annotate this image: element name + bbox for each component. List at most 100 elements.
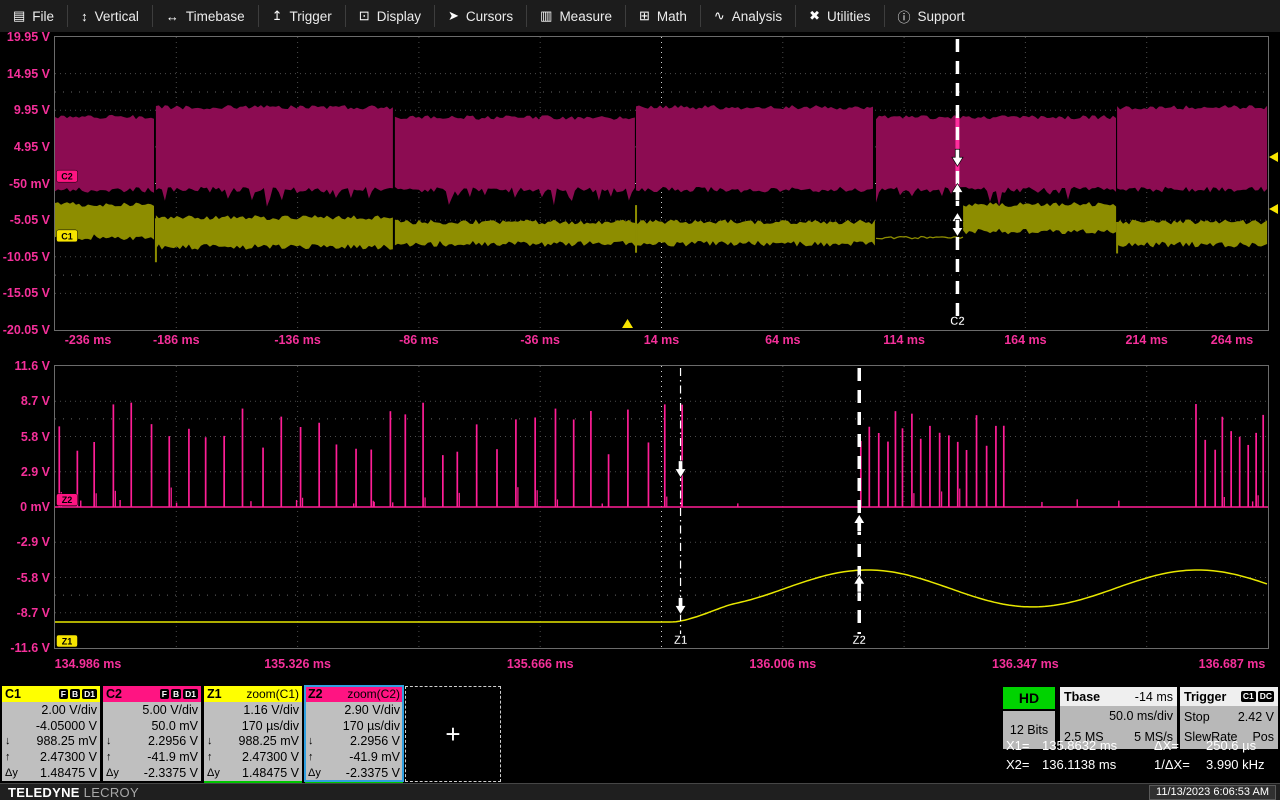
- trace-c1[interactable]: [963, 202, 1117, 235]
- x1-label: X1=: [1006, 738, 1030, 753]
- descriptor-row-value: 1.48475 V: [40, 765, 97, 780]
- menu-item-label: Support: [917, 8, 965, 24]
- menu-item-math[interactable]: ⊞ Math: [626, 0, 700, 32]
- trace-label-chip-text: C1: [61, 231, 73, 241]
- descriptor-row-prefix: ↓: [207, 735, 213, 748]
- x-axis-label: -36 ms: [520, 333, 560, 347]
- dx-value: 250.6 µs: [1206, 738, 1257, 753]
- trace-c2[interactable]: [394, 115, 635, 206]
- descriptor-row-value: 2.90 V/div: [344, 702, 400, 717]
- x-axis-label: 164 ms: [1004, 333, 1047, 347]
- descriptor-badges: F B D1: [58, 688, 97, 700]
- trigger-header: Trigger C1 DC: [1180, 687, 1278, 706]
- menu-item-label: Vertical: [94, 8, 139, 24]
- descriptor-row-value: 170 µs/div: [241, 718, 299, 733]
- menu-item-support[interactable]: ⓘ Support: [885, 0, 978, 32]
- brand-teledyne: TELEDYNE: [8, 785, 80, 800]
- trace-c1[interactable]: [394, 219, 875, 247]
- brand-lecroy: LECROY: [83, 785, 139, 800]
- trace-descriptor-z1[interactable]: Z1 zoom(C1) 1.16 V/div 170 µs/div ↓ 988.25 mV…: [204, 686, 302, 781]
- menu-bar: ▤ File ↕ Vertical ↔ Timebase ↥ Trigger ⊡ Display ➤…: [0, 0, 1280, 33]
- descriptor-row-value: -41.9 mV: [349, 749, 400, 764]
- trace-c1[interactable]: [875, 235, 964, 240]
- datetime-display[interactable]: 11/13/2023 6:06:53 AM: [1149, 785, 1276, 800]
- cursor-label: Z2: [853, 635, 866, 647]
- trace-descriptor-z2[interactable]: Z2 zoom(C2) 2.90 V/div 170 µs/div ↓ 2.2956 V ↑…: [304, 685, 404, 782]
- add-trace-box[interactable]: +: [405, 686, 501, 782]
- trace-c2[interactable]: [636, 105, 873, 193]
- timebase-scale: 50.0 ms/div: [1109, 709, 1173, 723]
- descriptor-body: 2.90 V/div 170 µs/div ↓ 2.2956 V ↑ -41.9 mV Δy…: [305, 702, 403, 780]
- trace-descriptor-c1[interactable]: C1 F B D1 2.00 V/div -4.05000 V ↓ 988.25 mV ↑ 2.4…: [2, 686, 100, 781]
- menu-item-utilities[interactable]: ✖ Utilities: [796, 0, 883, 32]
- zoom-waveform-grid[interactable]: Z1 Z2 Z2 Z1: [54, 365, 1269, 649]
- descriptor-row-prefix: ↓: [308, 735, 314, 748]
- display-icon: ⊡: [358, 8, 370, 23]
- descriptor-row-value: -4.05000 V: [35, 718, 97, 733]
- vertical-icon: ↕: [81, 8, 88, 24]
- menu-item-vertical[interactable]: ↕ Vertical: [68, 0, 152, 32]
- menu-item-label: Cursors: [465, 8, 514, 24]
- menu-item-label: Analysis: [731, 8, 783, 24]
- descriptor-header-z2: Z2 zoom(C2): [305, 686, 403, 702]
- descriptor-row-line: ↓ 2.2956 V: [305, 733, 403, 749]
- trace-c1[interactable]: [1117, 219, 1268, 248]
- descriptor-row-value: 2.47300 V: [242, 749, 299, 764]
- cursor-level-marker-lower[interactable]: [1269, 204, 1278, 214]
- trigger-position-marker[interactable]: [622, 319, 634, 328]
- brand-logo: TELEDYNE LECROY: [8, 785, 139, 800]
- menu-item-cursors[interactable]: ➤ Cursors: [435, 0, 526, 32]
- menu-item-timebase[interactable]: ↔ Timebase: [153, 0, 258, 32]
- descriptor-row-value: 2.47300 V: [40, 749, 97, 764]
- descriptor-row-prefix: ↑: [207, 750, 213, 763]
- menu-item-file[interactable]: ▤ File: [0, 0, 67, 32]
- x-axis-label: 136.006 ms: [749, 657, 817, 671]
- x1-value: 135.8632 ms: [1042, 738, 1118, 753]
- menu-item-label: File: [32, 8, 55, 24]
- descriptor-badge: D1: [82, 688, 97, 700]
- dx-label: ΔX=: [1154, 738, 1179, 753]
- y-axis-label: -15.05 V: [2, 286, 50, 301]
- descriptor-row-value: 2.2956 V: [349, 734, 400, 749]
- trace-descriptor-c2[interactable]: C2 F B D1 5.00 V/div 50.0 mV ↓ 2.2956 V ↑ -41.9 m…: [103, 686, 201, 781]
- menu-item-trigger[interactable]: ↥ Trigger: [259, 0, 345, 32]
- x2-value: 136.1138 ms: [1042, 757, 1117, 772]
- main-waveform-grid[interactable]: C2 C2 C1: [54, 36, 1269, 331]
- trace-c2[interactable]: [155, 105, 393, 207]
- cursor-level-marker-upper[interactable]: [1269, 152, 1278, 162]
- menu-item-measure[interactable]: ▥ Measure: [527, 0, 625, 32]
- descriptor-badges: F B D1: [159, 688, 198, 700]
- descriptor-row-line: ↓ 2.2956 V: [103, 733, 201, 749]
- timebase-icon: ↔: [165, 8, 179, 24]
- descriptor-row-line: ↑ -41.9 mV: [103, 749, 201, 765]
- descriptor-title: C1: [5, 687, 21, 701]
- descriptor-body: 5.00 V/div 50.0 mV ↓ 2.2956 V ↑ -41.9 mV Δy -2.…: [103, 702, 201, 780]
- trace-c2[interactable]: [1117, 105, 1268, 193]
- menu-item-label: Utilities: [826, 8, 871, 24]
- descriptor-row-value: 2.00 V/div: [41, 702, 97, 717]
- zoom-grid-canvas: Z1 Z2 Z2 Z1: [55, 366, 1268, 648]
- hd-title: HD: [1003, 687, 1055, 709]
- descriptor-row-line: ↓ 988.25 mV: [2, 733, 100, 749]
- timebase-delay: -14 ms: [1134, 689, 1173, 704]
- descriptor-row-line: 50.0 mV: [103, 718, 201, 734]
- descriptor-row-value: 988.25 mV: [36, 734, 97, 749]
- cursor-crossing-arrow: [951, 219, 964, 238]
- descriptor-row-value: 988.25 mV: [238, 734, 299, 749]
- descriptor-row-value: 2.2956 V: [147, 734, 198, 749]
- y-axis-label: -10.05 V: [2, 249, 50, 264]
- y-axis-label: 14.95 V: [6, 66, 50, 81]
- trace-c1[interactable]: [155, 215, 393, 250]
- menu-item-display[interactable]: ⊡ Display: [346, 0, 434, 32]
- descriptor-row-line: ↓ 988.25 mV: [204, 733, 302, 749]
- x-axis-label: 114 ms: [883, 333, 925, 347]
- menu-item-analysis[interactable]: ∿ Analysis: [701, 0, 795, 32]
- invdx-value: 3.990 kHz: [1206, 757, 1265, 772]
- x-axis-label: 214 ms: [1125, 333, 1168, 347]
- menu-item-label: Timebase: [185, 8, 245, 24]
- descriptor-title: Z2: [308, 687, 323, 701]
- trace-c2[interactable]: [876, 115, 1116, 206]
- trace-label-chip-text: Z2: [62, 495, 73, 505]
- trigger-icon: ↥: [271, 8, 283, 23]
- descriptor-row-prefix: ↓: [106, 735, 112, 748]
